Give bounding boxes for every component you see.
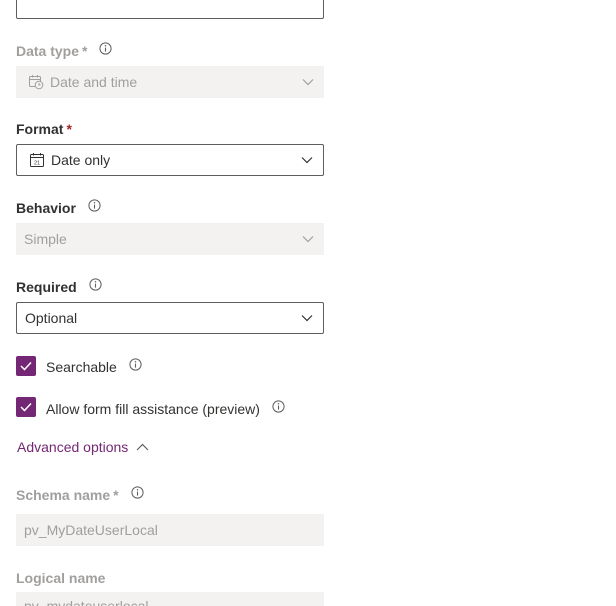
info-icon[interactable] (129, 357, 142, 375)
chevron-down-icon (291, 314, 323, 322)
advanced-options-label: Advanced options (17, 439, 129, 455)
calendar-clock-icon (28, 74, 44, 90)
data-type-dropdown[interactable]: Date and time (16, 66, 324, 98)
schema-name-label: Schema name * (16, 486, 144, 505)
checkmark-icon (20, 361, 32, 371)
chevron-down-icon (292, 78, 324, 86)
logical-name-input[interactable]: pv_mydateuserlocal (16, 592, 324, 606)
info-icon[interactable] (130, 485, 144, 503)
checkmark-icon (20, 402, 32, 412)
data-type-value: Date and time (50, 74, 138, 90)
logical-name-label: Logical name (16, 570, 106, 586)
required-asterisk: * (113, 487, 119, 503)
calendar-icon: 21 (29, 152, 45, 168)
searchable-checkbox[interactable] (16, 356, 36, 376)
format-dropdown[interactable]: 21 Date only (16, 144, 324, 176)
info-icon[interactable] (272, 399, 285, 417)
schema-name-value: pv_MyDateUserLocal (24, 522, 158, 538)
svg-text:21: 21 (34, 161, 40, 167)
info-icon[interactable] (88, 277, 102, 295)
format-value: Date only (51, 152, 111, 168)
required-asterisk: * (82, 43, 88, 59)
data-type-label: Data type * (16, 42, 112, 61)
info-icon[interactable] (99, 41, 112, 59)
required-dropdown[interactable]: Optional (16, 302, 324, 334)
format-label: Format * (16, 121, 72, 137)
required-label: Required (16, 278, 102, 297)
required-asterisk: * (66, 121, 72, 137)
schema-name-input[interactable]: pv_MyDateUserLocal (16, 514, 324, 546)
form-fill-label: Allow form fill assistance (preview) (46, 400, 285, 419)
advanced-options-toggle[interactable]: Advanced options (17, 438, 149, 456)
chevron-up-icon (136, 443, 149, 451)
behavior-label: Behavior (16, 199, 101, 218)
chevron-down-icon (291, 156, 323, 164)
chevron-down-icon (292, 235, 324, 243)
behavior-value: Simple (24, 231, 67, 247)
info-icon[interactable] (88, 198, 101, 216)
required-value: Optional (25, 310, 78, 326)
behavior-dropdown[interactable]: Simple (16, 223, 324, 255)
form-fill-checkbox[interactable] (16, 397, 36, 417)
logical-name-value: pv_mydateuserlocal (24, 598, 149, 606)
searchable-label: Searchable (46, 358, 142, 377)
previous-field-input[interactable] (16, 0, 324, 19)
